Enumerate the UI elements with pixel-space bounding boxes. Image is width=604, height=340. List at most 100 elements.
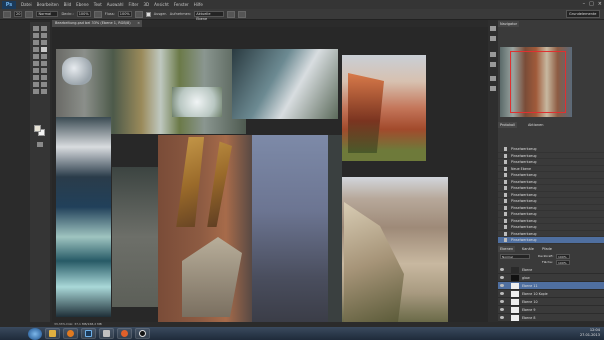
- healing-tool-icon[interactable]: [33, 47, 39, 52]
- brush-tool-icon[interactable]: [3, 10, 11, 18]
- navigator-preview[interactable]: [500, 47, 572, 117]
- brush-size-field[interactable]: 20: [14, 11, 23, 17]
- maximize-button[interactable]: □: [589, 0, 594, 9]
- brush-tool-icon[interactable]: [41, 47, 47, 52]
- quick-select-tool-icon[interactable]: [41, 33, 47, 38]
- brush-icon: [504, 205, 507, 210]
- sample-select[interactable]: Aktuelle Ebene: [194, 11, 225, 21]
- history-panel-icon[interactable]: [490, 26, 496, 31]
- layer-thumbnail: [511, 283, 519, 289]
- layer-fill-field[interactable]: 100%: [556, 260, 570, 265]
- hand-tool-icon[interactable]: [33, 89, 39, 94]
- blend-mode-select[interactable]: Normal: [500, 254, 530, 259]
- layer-row[interactable]: Ebene: [498, 266, 604, 274]
- menu-text[interactable]: Text: [94, 0, 102, 9]
- visibility-eye-icon[interactable]: [500, 284, 504, 287]
- paragraph-panel-icon[interactable]: [490, 86, 496, 91]
- close-button[interactable]: ×: [598, 0, 602, 9]
- right-panels: Navigator Protokoll Aktionen Pinselwerkz…: [498, 20, 604, 322]
- aligned-checkbox[interactable]: [145, 11, 151, 17]
- layer-row[interactable]: Ebene 9: [498, 306, 604, 314]
- zoom-tool-icon[interactable]: [41, 89, 47, 94]
- crop-tool-icon[interactable]: [33, 40, 39, 45]
- tab-actions[interactable]: Aktionen: [526, 122, 546, 128]
- tab-channels[interactable]: Kanäle: [520, 246, 536, 252]
- layer-row[interactable]: glow: [498, 274, 604, 282]
- menu-ansicht[interactable]: Ansicht: [154, 0, 169, 9]
- layer-row-selected[interactable]: Ebene 11: [498, 282, 604, 290]
- taskbar-recorder[interactable]: [135, 328, 150, 339]
- menu-bearbeiten[interactable]: Bearbeiten: [37, 0, 59, 9]
- taskbar-media-player[interactable]: [63, 328, 78, 339]
- visibility-eye-icon[interactable]: [500, 276, 504, 279]
- workspace-select[interactable]: Grundelemente: [566, 10, 600, 18]
- window-controls: – □ ×: [583, 0, 602, 9]
- system-tray-clock[interactable]: 12:04 27.01.2013: [580, 328, 600, 338]
- canvas-area[interactable]: [52, 27, 488, 322]
- start-button[interactable]: [28, 327, 42, 340]
- pen-tool-icon[interactable]: [33, 75, 39, 80]
- eraser-tool-icon[interactable]: [33, 61, 39, 66]
- move-tool-icon[interactable]: [33, 26, 39, 31]
- layer-row[interactable]: Ebene 8: [498, 314, 604, 322]
- navigator-view-box[interactable]: [510, 51, 566, 113]
- brush-panel-icon[interactable]: [25, 10, 34, 18]
- visibility-eye-icon[interactable]: [500, 292, 504, 295]
- menu-auswahl[interactable]: Auswahl: [107, 0, 124, 9]
- history-brush-tool-icon[interactable]: [41, 54, 47, 59]
- pressure-size-icon[interactable]: [238, 10, 247, 18]
- menu-filter[interactable]: Filter: [129, 0, 139, 9]
- options-bar: 20 Normal Deckr.: 100% Fluss: 100% Ausge…: [0, 9, 604, 21]
- navigator-tab[interactable]: Navigator: [498, 21, 520, 27]
- eyedropper-tool-icon[interactable]: [41, 40, 47, 45]
- airbrush-icon[interactable]: [134, 10, 143, 18]
- tab-history[interactable]: Protokoll: [498, 122, 518, 128]
- taskbar-photoshop[interactable]: [81, 328, 96, 339]
- path-select-tool-icon[interactable]: [33, 82, 39, 87]
- firefox-icon: [121, 330, 128, 337]
- menu-ebene[interactable]: Ebene: [76, 0, 89, 9]
- taskbar-app-grid[interactable]: [99, 328, 114, 339]
- menu-fenster[interactable]: Fenster: [174, 0, 189, 9]
- menu-hilfe[interactable]: Hilfe: [194, 0, 203, 9]
- opacity-field[interactable]: 100%: [76, 11, 91, 17]
- blur-tool-icon[interactable]: [33, 68, 39, 73]
- brush-presets-icon[interactable]: [490, 52, 496, 57]
- quick-mask-icon[interactable]: [37, 142, 43, 147]
- visibility-eye-icon[interactable]: [500, 316, 504, 319]
- clone-source-icon[interactable]: [490, 62, 496, 67]
- close-document-icon[interactable]: ×: [137, 20, 140, 27]
- pressure-opacity-icon[interactable]: [93, 10, 102, 18]
- foreground-color-swatch[interactable]: [34, 125, 41, 132]
- visibility-eye-icon[interactable]: [500, 268, 504, 271]
- minimize-button[interactable]: –: [583, 0, 586, 9]
- menu-datei[interactable]: Datei: [21, 0, 32, 9]
- ignore-adjustment-icon[interactable]: [227, 10, 236, 18]
- tab-layers[interactable]: Ebenen: [498, 246, 516, 252]
- type-tool-icon[interactable]: [41, 75, 47, 80]
- layer-row[interactable]: Ebene 10: [498, 298, 604, 306]
- layer-row[interactable]: Ebene 10 Kopie: [498, 290, 604, 298]
- visibility-eye-icon[interactable]: [500, 308, 504, 311]
- gradient-tool-icon[interactable]: [41, 61, 47, 66]
- tab-paths[interactable]: Pfade: [540, 246, 554, 252]
- taskbar-explorer[interactable]: [45, 328, 60, 339]
- layer-opacity-field[interactable]: 100%: [556, 254, 570, 259]
- layer-fill-label: Fläche:: [542, 260, 553, 264]
- actions-panel-icon[interactable]: [490, 36, 496, 41]
- visibility-eye-icon[interactable]: [500, 300, 504, 303]
- clone-stamp-tool-icon[interactable]: [33, 54, 39, 59]
- lasso-tool-icon[interactable]: [33, 33, 39, 38]
- character-panel-icon[interactable]: [490, 76, 496, 81]
- shape-tool-icon[interactable]: [41, 82, 47, 87]
- mode-select[interactable]: Normal: [36, 11, 59, 17]
- tools-panel: [30, 22, 50, 322]
- menu-3d[interactable]: 3D: [143, 0, 149, 9]
- flow-field[interactable]: 100%: [117, 11, 132, 17]
- marquee-tool-icon[interactable]: [41, 26, 47, 31]
- history-item-current[interactable]: Pinselwerkzeug: [498, 237, 604, 244]
- menu-bild[interactable]: Bild: [64, 0, 72, 9]
- taskbar-firefox[interactable]: [117, 328, 132, 339]
- dodge-tool-icon[interactable]: [41, 68, 47, 73]
- document-tab[interactable]: Bearbeitung.psd bei 33% (Ebene 1, RGB/8)…: [52, 20, 142, 27]
